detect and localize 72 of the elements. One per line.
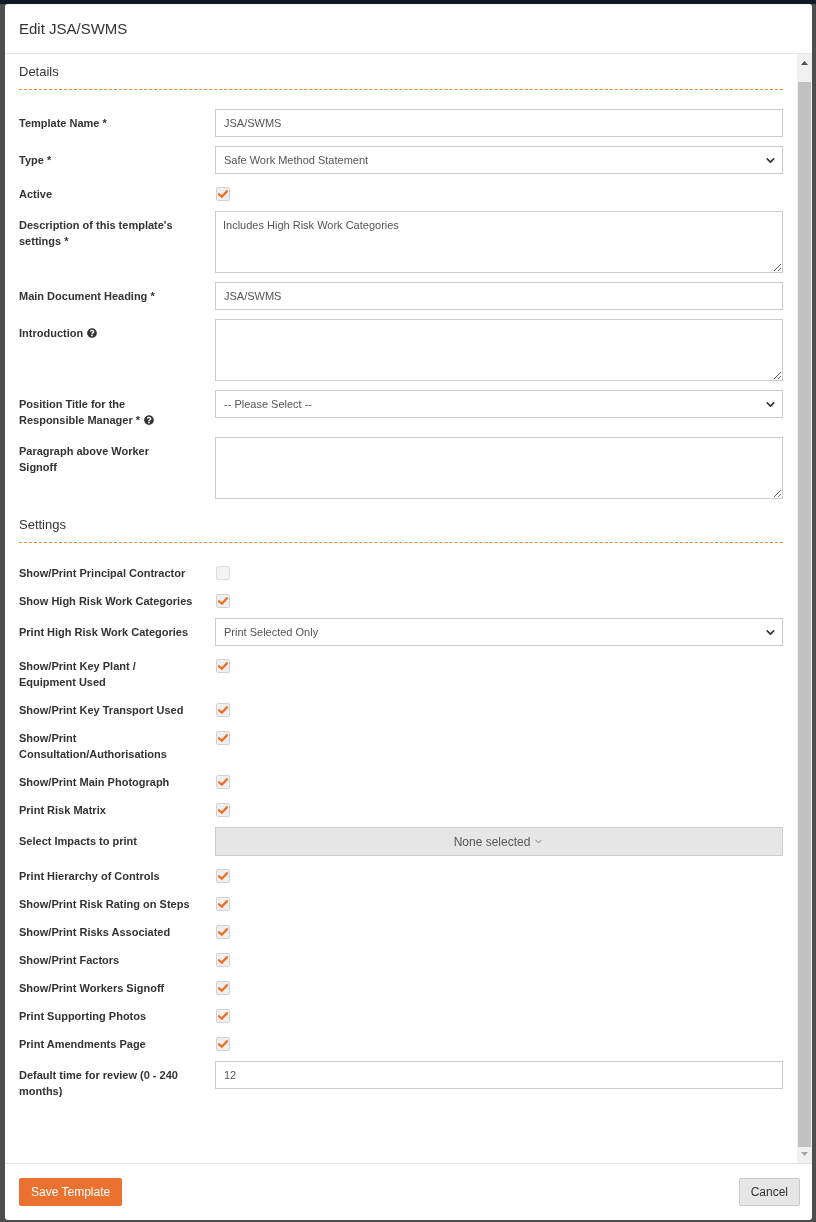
checkmark-icon [218,662,228,670]
field-label: Position Title for the Responsible Manager * [19,398,141,426]
field-label: Show/Print Risks Associated [19,926,171,938]
checkbox[interactable] [216,594,230,608]
field-label: Print High Risk Work Categories [19,626,189,638]
dropdown-select[interactable]: Safe Work Method Statement [215,146,783,174]
checkmark-icon [218,984,228,992]
field-label: Print Hierarchy of Controls [19,870,160,882]
checkbox[interactable] [216,803,230,817]
field-label: Print Risk Matrix [19,804,106,816]
field-label: Show/Print Workers Signoff [19,982,165,994]
checkbox[interactable] [216,925,230,939]
field-label: Default time for review (0 - 240 months) [19,1069,178,1097]
scrollbar-thumb[interactable] [798,82,811,1147]
dropdown-select[interactable]: -- Please Select -- [215,390,783,418]
checkmark-icon [218,778,228,786]
checkmark-icon [218,928,228,936]
field-label: Print Amendments Page [19,1038,146,1050]
checkbox[interactable] [216,566,230,580]
checkbox[interactable] [216,1009,230,1023]
text-area[interactable] [215,437,783,499]
field-label: Show/Print Factors [19,954,120,966]
scroll-up-arrow-icon[interactable] [801,61,808,65]
field-label: Description of this template's settings * [19,219,173,247]
field-label: Paragraph above Worker Signoff [19,445,149,473]
checkbox[interactable] [216,953,230,967]
scrollbar-track[interactable] [797,54,812,1163]
field-label: Active [19,188,53,200]
field-label: Print Supporting Photos [19,1010,147,1022]
checkmark-icon [218,597,228,605]
section-title: Details [19,63,60,81]
checkbox[interactable] [216,897,230,911]
text-input[interactable]: JSA/SWMS [215,109,783,137]
checkmark-icon [218,190,228,198]
cancel-button[interactable]: Cancel [738,1178,800,1206]
checkbox[interactable] [216,659,230,673]
section-title: Settings [19,516,67,534]
checkbox[interactable] [216,703,230,717]
field-label: Show/Print Risk Rating on Steps [19,898,190,910]
field-label: Show/Print Key Plant / Equipment Used [19,660,136,688]
dropdown-select[interactable]: Print Selected Only [215,618,783,646]
multiselect-dropdown[interactable]: None selected [215,827,783,856]
field-label: Show/Print Key Transport Used [19,704,184,716]
text-input[interactable]: JSA/SWMS [215,282,783,310]
text-input[interactable]: 12 [215,1061,783,1089]
field-label: Show High Risk Work Categories [19,595,193,607]
checkmark-icon [218,900,228,908]
checkbox[interactable] [216,187,230,201]
checkbox[interactable] [216,775,230,789]
field-label: Select Impacts to print [19,835,137,847]
checkmark-icon [218,734,228,742]
checkbox[interactable] [216,869,230,883]
checkbox[interactable] [216,731,230,745]
field-label: Template Name * [19,117,107,129]
field-label: Main Document Heading * [19,290,155,302]
field-label: Type * [19,154,52,166]
checkbox[interactable] [216,981,230,995]
checkmark-icon [218,1012,228,1020]
field-label: Show/Print Consultation/Authorisations [19,732,167,760]
scroll-down-arrow-icon[interactable] [801,1152,808,1156]
dialog-title: Edit JSA/SWMS [19,18,128,39]
checkmark-icon [218,706,228,714]
checkmark-icon [218,1040,228,1048]
field-label: Show/Print Principal Contractor [19,567,186,579]
field-label: Show/Print Main Photograph [19,776,170,788]
text-area[interactable]: Includes High Risk Work Categories [215,211,783,273]
checkmark-icon [218,872,228,880]
checkbox[interactable] [216,1037,230,1051]
text-area[interactable] [215,319,783,381]
checkmark-icon [218,956,228,964]
checkmark-icon [218,806,228,814]
field-label: Introduction [19,327,84,339]
